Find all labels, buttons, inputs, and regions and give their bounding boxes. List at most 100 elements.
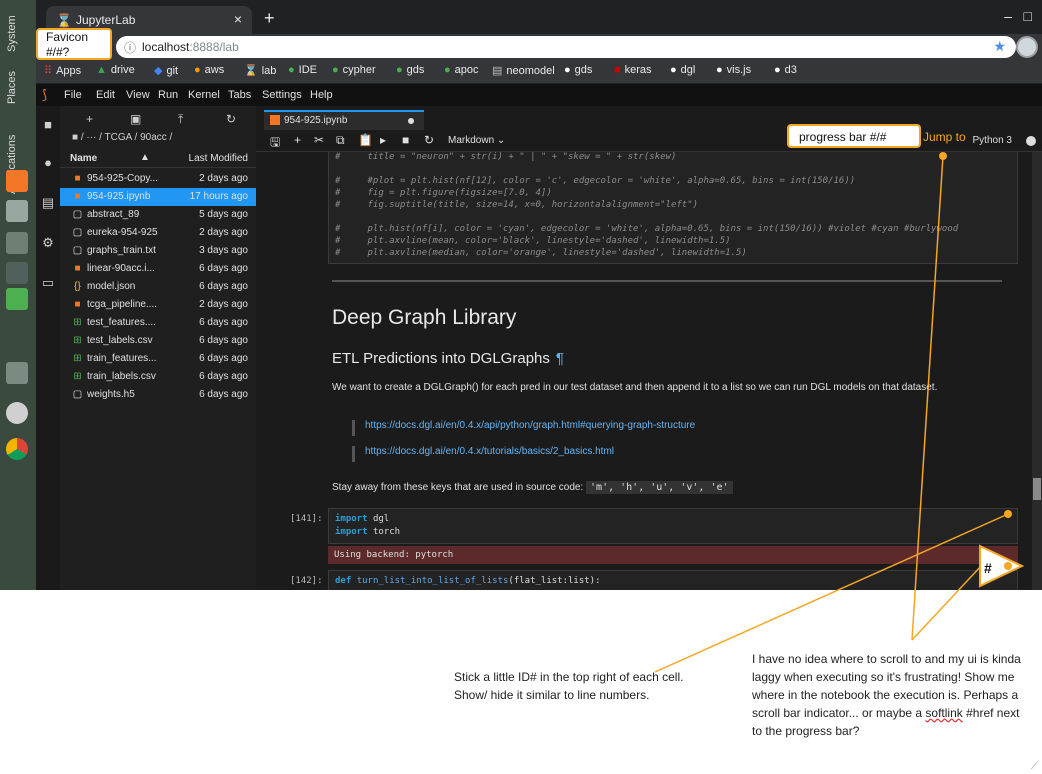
places-menu[interactable]: Places: [6, 71, 18, 104]
terminal-icon[interactable]: [6, 262, 28, 284]
breadcrumb[interactable]: ■ / ··· / TCGA / 90acc /: [72, 132, 172, 143]
notebook-scrollbar[interactable]: [1032, 152, 1042, 590]
doc-link[interactable]: https://docs.dgl.ai/en/0.4.x/tutorials/b…: [352, 446, 752, 462]
bookmark-gds[interactable]: ● gds: [396, 64, 424, 76]
bookmark-d3[interactable]: ● d3: [774, 64, 797, 76]
file-modified: 6 days ago: [199, 335, 248, 346]
bookmark-gds-github[interactable]: ● gds: [564, 64, 592, 76]
bookmark-lab[interactable]: ⌛ lab: [244, 64, 276, 77]
kernel-name[interactable]: Python 3: [973, 135, 1012, 146]
bookmark-apoc[interactable]: ● apoc: [444, 64, 479, 76]
file-row[interactable]: ■ tcga_pipeline.... 2 days ago: [60, 296, 256, 314]
sort-up-icon[interactable]: ▲: [140, 152, 150, 163]
menu-run[interactable]: Run: [158, 89, 178, 101]
file-row[interactable]: ■ linear-90acc.i... 6 days ago: [60, 260, 256, 278]
paste-icon[interactable]: 📋: [358, 133, 373, 147]
file-row[interactable]: ▢ weights.h5 6 days ago: [60, 386, 256, 404]
new-launcher-icon[interactable]: +: [86, 112, 93, 126]
cut-icon[interactable]: ✂: [314, 133, 324, 147]
file-row[interactable]: ▢ eureka-954-925 2 days ago: [60, 224, 256, 242]
heading-etl-predictions: ETL Predictions into DGLGraphs ¶: [332, 350, 564, 367]
minimize-icon[interactable]: –: [1004, 8, 1012, 24]
bookmark-aws[interactable]: ● aws: [194, 64, 224, 76]
anchor-link[interactable]: ¶: [556, 350, 564, 367]
profile-avatar[interactable]: [1016, 36, 1038, 58]
running-icon[interactable]: ●: [41, 156, 55, 170]
menu-view[interactable]: View: [126, 89, 150, 101]
scrollbar-thumb[interactable]: [1033, 478, 1041, 500]
drive-icon[interactable]: [6, 200, 28, 222]
file-row[interactable]: ■ 954-925.ipynb 17 hours ago: [60, 188, 256, 206]
bookmark-apps[interactable]: ⠿ Apps: [44, 64, 81, 77]
desktop-menu[interactable]: Applications Places System: [4, 4, 18, 194]
bookmark-dgl[interactable]: ● dgl: [670, 64, 695, 76]
property-inspector-icon[interactable]: ⚙: [41, 236, 55, 250]
speaker-icon[interactable]: [6, 402, 28, 424]
code-line: # plt.axvline(mean, color='black', lines…: [335, 236, 731, 246]
cell-type-select[interactable]: Markdown ⌄: [448, 135, 505, 146]
bookmark-git[interactable]: ◆ git: [154, 64, 178, 77]
notebook-tab[interactable]: 954-925.ipynb: [264, 110, 424, 130]
code-cell-above[interactable]: # title = "neuron" + str(i) + " | " + "s…: [328, 152, 1018, 264]
resize-handle-icon[interactable]: ⟋: [1031, 761, 1038, 772]
file-row[interactable]: ⊞ test_features.... 6 days ago: [60, 314, 256, 332]
folder-icon[interactable]: [6, 232, 28, 254]
csv-file-icon: ⊞: [73, 353, 82, 364]
code-cell-141[interactable]: import dgl import torch: [328, 508, 1018, 544]
address-bar[interactable]: ⓘ localhost:8888/lab ★: [116, 36, 1016, 58]
monitor-icon[interactable]: [6, 362, 28, 384]
menu-help[interactable]: Help: [310, 89, 333, 101]
jump-to-link[interactable]: Jump to: [923, 130, 966, 144]
save-icon[interactable]: 🖫: [270, 133, 280, 154]
menu-tabs[interactable]: Tabs: [228, 89, 251, 101]
close-tab-icon[interactable]: ×: [234, 11, 242, 27]
file-row[interactable]: ⊞ test_labels.csv 6 days ago: [60, 332, 256, 350]
folder-icon[interactable]: ■: [41, 118, 55, 132]
info-icon[interactable]: ⓘ: [124, 39, 136, 56]
add-cell-icon[interactable]: +: [294, 133, 301, 147]
file-row[interactable]: ▢ abstract_89 5 days ago: [60, 206, 256, 224]
bookmark-keras[interactable]: ■ keras: [614, 64, 652, 76]
new-tab-icon[interactable]: +: [264, 8, 275, 29]
doc-link[interactable]: https://docs.dgl.ai/en/0.4.x/api/python/…: [352, 420, 752, 436]
menu-edit[interactable]: Edit: [96, 89, 115, 101]
column-name[interactable]: Name: [70, 153, 97, 164]
menu-file[interactable]: File: [64, 89, 82, 101]
bookmark-drive[interactable]: ▲ drive: [96, 64, 135, 76]
column-modified[interactable]: Last Modified: [189, 153, 248, 164]
bookmark-visjs[interactable]: ● vis.js: [716, 64, 751, 76]
file-row[interactable]: ⊞ train_labels.csv 6 days ago: [60, 368, 256, 386]
breadcrumb-path[interactable]: / ··· / TCGA / 90acc /: [81, 132, 173, 143]
file-row[interactable]: ⊞ train_features... 6 days ago: [60, 350, 256, 368]
code-cell-142[interactable]: def turn_list_into_list_of_lists(flat_li…: [328, 570, 1018, 590]
run-icon[interactable]: ▸: [380, 133, 386, 147]
bookmark-star-icon[interactable]: ★: [993, 38, 1006, 55]
maximize-icon[interactable]: □: [1024, 8, 1032, 24]
menu-kernel[interactable]: Kernel: [188, 89, 220, 101]
bookmark-ide[interactable]: ● IDE: [288, 64, 317, 76]
file-row[interactable]: ▢ graphs_train.txt 3 days ago: [60, 242, 256, 260]
new-folder-icon[interactable]: ▣: [130, 112, 141, 126]
chrome-icon[interactable]: [6, 438, 28, 460]
bookmark-cypher[interactable]: ● cypher: [332, 64, 376, 76]
tabs-icon[interactable]: ▭: [41, 276, 55, 290]
menu-settings[interactable]: Settings: [262, 89, 302, 101]
file-file-icon: ▢: [72, 209, 83, 220]
url-text[interactable]: localhost:8888/lab: [142, 40, 239, 54]
file-row[interactable]: {} model.json 6 days ago: [60, 278, 256, 296]
stop-icon[interactable]: ■: [402, 133, 409, 147]
copy-icon[interactable]: ⧉: [336, 133, 345, 148]
bookmark-neomodel[interactable]: ▤ neomodel: [492, 64, 555, 77]
sublime-icon[interactable]: [6, 170, 28, 192]
system-menu[interactable]: System: [6, 15, 18, 52]
unsaved-dot-icon[interactable]: [408, 118, 414, 124]
restart-icon[interactable]: ↻: [424, 133, 434, 147]
refresh-icon[interactable]: ↻: [226, 112, 236, 126]
chrome-small-icon[interactable]: [6, 288, 28, 310]
favicon-callout: Favicon #/#?: [36, 28, 112, 60]
upload-icon[interactable]: ⤒: [178, 112, 183, 127]
file-row[interactable]: ■ 954-925-Copy... 2 days ago: [60, 170, 256, 188]
home-folder-icon[interactable]: ■: [72, 132, 78, 143]
commands-icon[interactable]: ▤: [41, 196, 55, 210]
file-modified: 17 hours ago: [189, 191, 248, 202]
